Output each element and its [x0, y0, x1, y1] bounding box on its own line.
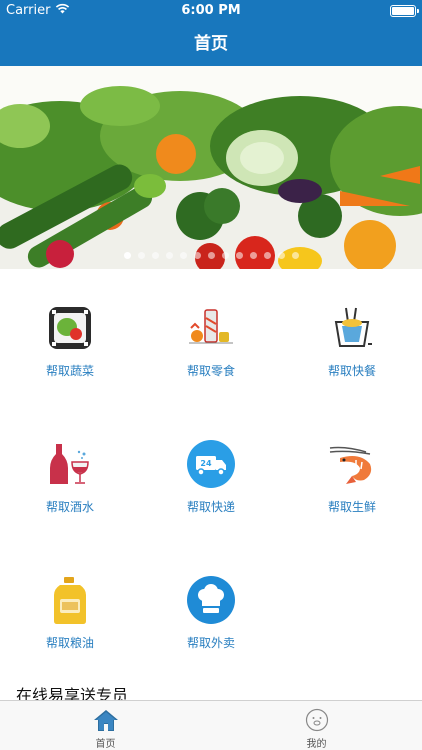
clock: 6:00 PM	[181, 3, 241, 18]
delivery-truck-icon: 24	[185, 438, 237, 490]
category-label: 帮取外卖	[186, 636, 235, 650]
category-drinks[interactable]: 帮取酒水	[0, 416, 140, 536]
category-label: 帮取快递	[186, 500, 235, 514]
tab-home[interactable]: 首页	[0, 701, 211, 750]
shrimp-icon	[326, 438, 378, 490]
category-label: 帮取快餐	[327, 364, 376, 378]
carousel-dot[interactable]	[235, 252, 243, 259]
takeout-box-icon	[326, 302, 378, 354]
category-label: 帮取生鲜	[327, 500, 376, 514]
category-fastfood[interactable]: 帮取快餐	[282, 280, 422, 400]
category-grain-oil[interactable]: 帮取粮油	[0, 552, 140, 672]
carousel-dot[interactable]	[207, 252, 215, 259]
oil-bottle-icon	[44, 574, 96, 626]
tab-profile[interactable]: 我的	[211, 701, 422, 750]
carousel-dot[interactable]	[263, 252, 271, 259]
vegetable-basket-icon	[44, 302, 96, 354]
carousel-dot[interactable]	[179, 252, 187, 259]
carousel-dot[interactable]	[221, 252, 229, 259]
category-snacks[interactable]: 帮取零食	[141, 280, 281, 400]
carousel-dot[interactable]	[151, 252, 159, 259]
nav-title: 首页	[0, 22, 422, 66]
category-takeaway[interactable]: 帮取外卖	[141, 552, 281, 672]
carousel-dot[interactable]	[193, 252, 201, 259]
carousel-dot[interactable]	[123, 252, 131, 259]
home-icon	[93, 707, 119, 732]
wine-icon	[44, 438, 96, 490]
svg-text:24: 24	[200, 459, 212, 468]
category-label: 帮取粮油	[45, 636, 94, 650]
category-vegetables[interactable]: 帮取蔬菜	[0, 280, 140, 400]
category-express[interactable]: 24 帮取快递	[141, 416, 281, 536]
category-label: 帮取零食	[186, 364, 235, 378]
profile-face-icon	[304, 707, 330, 732]
category-label: 帮取蔬菜	[45, 364, 94, 378]
category-seafood[interactable]: 帮取生鲜	[282, 416, 422, 536]
vegetables-banner-image	[0, 66, 422, 269]
carousel-dot[interactable]	[291, 252, 299, 259]
carousel-dot[interactable]	[249, 252, 257, 259]
tab-bar: 首页 我的	[0, 700, 422, 750]
tab-label: 我的	[306, 739, 327, 750]
tab-label: 首页	[95, 739, 116, 750]
battery-icon	[390, 5, 419, 17]
carousel-dots	[0, 252, 422, 259]
category-label: 帮取酒水	[45, 500, 94, 514]
carousel-dot[interactable]	[277, 252, 285, 259]
banner-carousel[interactable]	[0, 66, 422, 269]
status-bar: Carrier 6:00 PM	[0, 0, 422, 22]
snacks-icon	[185, 302, 237, 354]
chef-hat-icon	[185, 574, 237, 626]
carousel-dot[interactable]	[137, 252, 145, 259]
carousel-dot[interactable]	[165, 252, 173, 259]
